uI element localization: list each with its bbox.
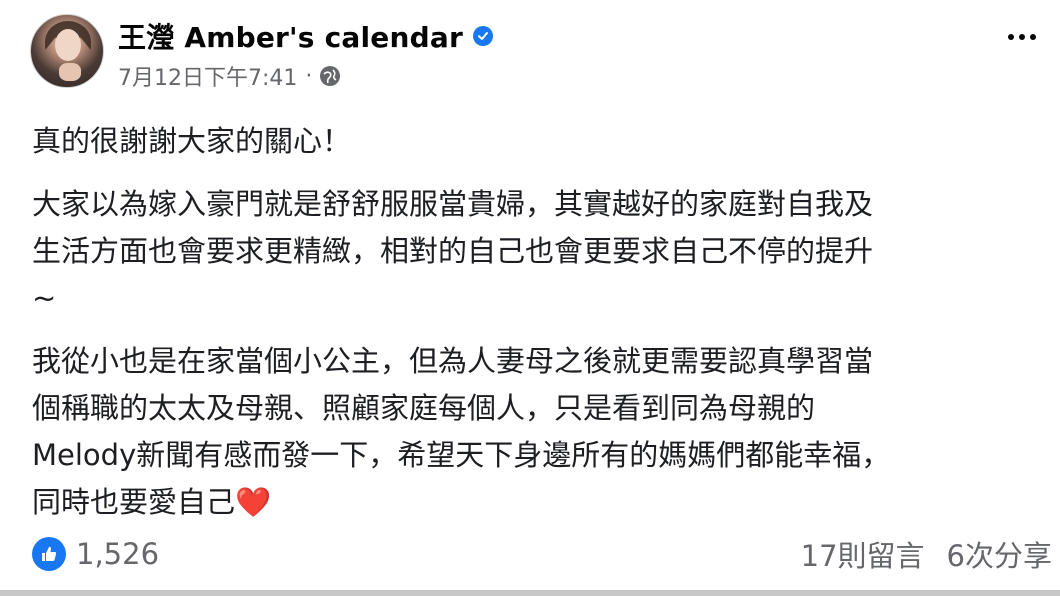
paragraph-3: 我從小也是在家當個小公主，但為人妻母之後就更需要認真學習當 個稱職的太太及母親、… [32,338,1042,526]
comments-count-link[interactable]: 17則留言 [801,533,925,575]
text-line: 真的很謝謝大家的關心！ [32,124,352,158]
post-body: 真的很謝謝大家的關心！ 大家以為嫁入豪門就是舒舒服服當貴婦，其實越好的家庭對自我… [32,118,1042,542]
engagement-stats: 17則留言 6次分享 [801,533,1052,575]
reactions-summary[interactable]: 1,526 [32,537,159,571]
text-line: 大家以為嫁入豪門就是舒舒服服當貴婦，其實越好的家庭對自我及 [32,187,874,221]
like-reaction-icon [32,537,66,571]
divider [0,590,1060,596]
post-header: 王瀅 Amber's calendar 7月12日下午7:41 · [30,14,493,92]
text-line: 我從小也是在家當個小公主，但為人妻母之後就更需要認真學習當 [32,344,874,378]
author-meta: 王瀅 Amber's calendar 7月12日下午7:41 · [118,14,493,92]
verified-badge-icon [472,26,493,46]
paragraph-2: 大家以為嫁入豪門就是舒舒服服當貴婦，其實越好的家庭對自我及 生活方面也會要求更精… [32,181,1042,322]
text-line: Melody新聞有感而發一下，希望天下身邊所有的媽媽們都能幸福， [32,438,891,472]
text-line: ~ [32,281,57,315]
text-line-last: 同時也要愛自己❤️ [32,485,272,519]
shares-count-link[interactable]: 6次分享 [947,533,1052,575]
paragraph-1: 真的很謝謝大家的關心！ [32,118,1042,165]
facebook-post: 王瀅 Amber's calendar 7月12日下午7:41 · 真的很謝謝大… [0,0,1060,596]
reactions-count: 1,526 [76,537,160,571]
text-line: 生活方面也會要求更精緻，相對的自己也會更要求自己不停的提升 [32,234,874,268]
heart-emoji: ❤️ [235,485,272,519]
more-options-icon[interactable] [1008,34,1036,40]
text-line: 個稱職的太太及母親、照顧家庭每個人，只是看到同為母親的 [32,391,816,425]
author-name[interactable]: 王瀅 Amber's calendar [118,16,463,56]
post-timestamp[interactable]: 7月12日下午7:41 [118,60,297,92]
globe-icon[interactable] [320,66,341,86]
meta-separator: · [305,63,313,89]
author-avatar[interactable] [30,14,104,88]
post-footer: 1,526 17則留言 6次分享 [32,532,1052,576]
